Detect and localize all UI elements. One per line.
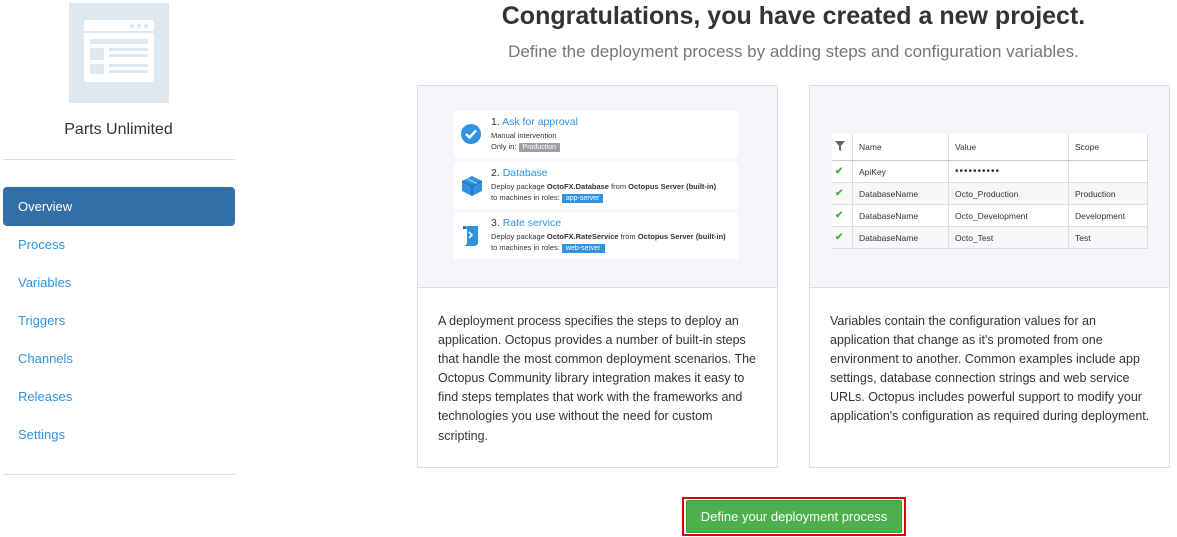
column-header-name: Name (852, 134, 949, 161)
step-detail: Deploy package (491, 232, 547, 241)
page-subtitle: Define the deployment process by adding … (508, 42, 1079, 61)
variables-table: Name Value Scope ✔ ApiKey •••••••••• ✔ D… (832, 134, 1148, 249)
step-detail: Manual intervention (491, 131, 557, 140)
step-role-label: to machines in roles: (491, 193, 560, 202)
divider (3, 474, 235, 475)
process-description: A deployment process specifies the steps… (438, 314, 756, 443)
feed-name: Octopus Server (built-in) (637, 232, 726, 241)
step-number: 3. (491, 217, 500, 229)
nav-item-triggers[interactable]: Triggers (3, 302, 235, 340)
role-tag: app-server (561, 194, 604, 203)
variable-name: DatabaseName (852, 182, 949, 205)
check-icon: ✔ (835, 188, 844, 199)
table-row: ✔ DatabaseName Octo_Production Productio… (832, 182, 1148, 205)
process-step: 1. Ask for approval Manual intervention … (454, 111, 738, 158)
variable-scope: Test (1068, 226, 1148, 249)
process-step: 3. Rate service Deploy package OctoFX.Ra… (454, 212, 738, 259)
variable-value: Octo_Test (948, 226, 1069, 249)
step-role-label: to machines in roles: (491, 243, 560, 252)
nav-item-channels[interactable]: Channels (3, 340, 235, 378)
step-detail: from (608, 182, 629, 191)
package-name: OctoFX.RateService (546, 232, 619, 241)
variable-value: Octo_Development (948, 204, 1069, 227)
define-deployment-process-button[interactable]: Define your deployment process (686, 500, 902, 533)
step-name: Rate service (502, 217, 562, 229)
step-env-label: Only in: (491, 142, 517, 151)
package-name: OctoFX.Database (546, 182, 609, 191)
process-card: 1. Ask for approval Manual intervention … (417, 85, 778, 468)
variable-name: ApiKey (852, 160, 949, 183)
environment-tag: Production (518, 143, 560, 152)
check-icon: ✔ (835, 210, 844, 221)
table-row: ✔ DatabaseName Octo_Development Developm… (832, 204, 1148, 227)
feed-name: Octopus Server (built-in) (628, 182, 717, 191)
script-icon (460, 224, 482, 246)
column-header-value: Value (948, 134, 1069, 161)
nav-item-settings[interactable]: Settings (3, 416, 235, 454)
nav-item-overview[interactable]: Overview (3, 187, 235, 226)
step-name: Ask for approval (502, 116, 578, 128)
step-number: 2. (491, 167, 500, 179)
variable-value: •••••••••• (948, 160, 1069, 183)
role-tag: web-server (561, 244, 605, 253)
variable-scope (1068, 160, 1148, 183)
variables-preview: Name Value Scope ✔ ApiKey •••••••••• ✔ D… (810, 86, 1169, 288)
nav-item-process[interactable]: Process (3, 226, 235, 264)
check-icon: ✔ (835, 232, 844, 243)
process-step: 2. Database Deploy package OctoFX.Databa… (454, 162, 738, 209)
variable-scope: Production (1068, 182, 1148, 205)
filter-icon (832, 134, 853, 161)
table-row: ✔ ApiKey •••••••••• (832, 160, 1148, 183)
step-detail: Deploy package (491, 182, 547, 191)
variables-card: Name Value Scope ✔ ApiKey •••••••••• ✔ D… (809, 85, 1170, 468)
process-preview: 1. Ask for approval Manual intervention … (418, 86, 777, 288)
sidebar: Parts Unlimited Overview Process Variabl… (0, 0, 240, 537)
variable-name: DatabaseName (852, 204, 949, 227)
check-icon: ✔ (835, 166, 844, 177)
divider (3, 159, 235, 160)
variable-scope: Development (1068, 204, 1148, 227)
step-name: Database (502, 167, 548, 179)
variable-name: DatabaseName (852, 226, 949, 249)
step-detail: from (618, 232, 638, 241)
nav-item-releases[interactable]: Releases (3, 378, 235, 416)
package-icon (460, 174, 483, 196)
step-number: 1. (491, 116, 500, 128)
project-nav: Overview Process Variables Triggers Chan… (3, 187, 235, 454)
check-circle-icon (460, 123, 482, 145)
table-row: ✔ DatabaseName Octo_Test Test (832, 226, 1148, 249)
page-title: Congratulations, you have created a new … (501, 2, 1086, 30)
variables-description: Variables contain the configuration valu… (830, 314, 1150, 424)
column-header-scope: Scope (1068, 134, 1148, 161)
variable-value: Octo_Production (948, 182, 1069, 205)
project-name: Parts Unlimited (64, 121, 173, 138)
nav-item-variables[interactable]: Variables (3, 264, 235, 302)
project-logo (69, 3, 169, 103)
